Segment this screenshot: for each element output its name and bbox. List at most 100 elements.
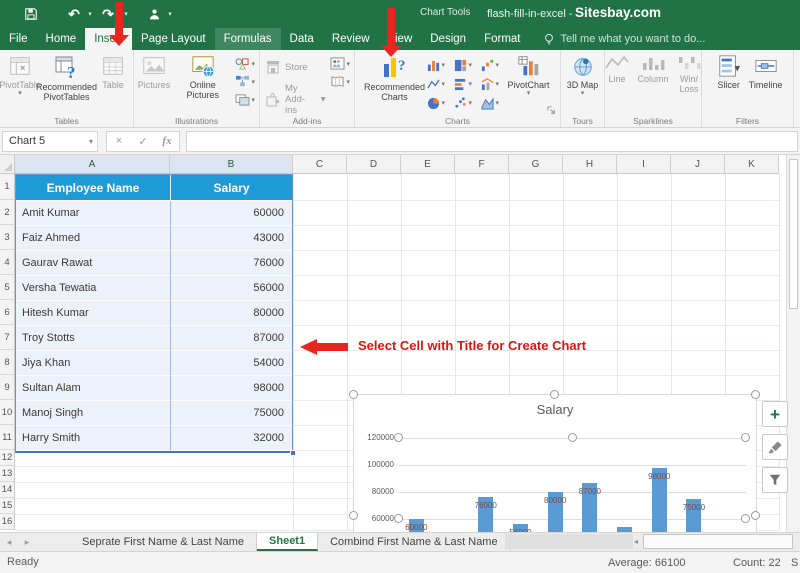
my-add-ins-button[interactable]: My Add-ins▾ (262, 82, 328, 117)
waterfall-chart-button[interactable]: ▾ (479, 56, 505, 74)
column-header-D[interactable]: D (347, 155, 401, 174)
tab-design[interactable]: Design (421, 28, 475, 50)
row-header-7[interactable]: 7 (0, 325, 15, 350)
insert-function-icon[interactable]: fx (155, 135, 179, 147)
cell-employee-name[interactable]: Harry Smith (16, 426, 171, 451)
row-header-4[interactable]: 4 (0, 250, 15, 275)
chart-selection-handle[interactable] (751, 511, 760, 520)
bing-maps-button[interactable]: ▾ (328, 74, 352, 89)
row-header-2[interactable]: 2 (0, 200, 15, 225)
hierarchy-chart-button[interactable]: ▾ (452, 56, 478, 74)
column-button[interactable]: Column (635, 52, 671, 86)
cell-salary[interactable]: 80000 (171, 301, 292, 326)
cell-employee-name[interactable]: Manoj Singh (16, 401, 171, 426)
fill-handle[interactable] (290, 450, 296, 456)
cell-employee-name[interactable]: Gaurav Rawat (16, 251, 171, 276)
chart-selection-handle[interactable] (349, 390, 358, 399)
column-header-F[interactable]: F (455, 155, 509, 174)
sheet-tab-combind-first-name-last-name[interactable]: Combind First Name & Last Name (318, 533, 511, 551)
screenshot-button[interactable]: ▾ (233, 92, 257, 107)
plot-area-selection-handle[interactable] (394, 514, 403, 523)
online-pictures-button[interactable]: Online Pictures (172, 52, 233, 103)
sheet-nav-next-icon[interactable]: ▸ (18, 533, 36, 551)
chart-elements-button[interactable]: + (762, 401, 788, 427)
horizontal-scrollbar-thumb[interactable] (643, 534, 793, 549)
cell-salary[interactable]: 32000 (171, 426, 292, 451)
plot-area-selection-handle[interactable] (741, 433, 750, 442)
shapes-button[interactable]: ▾ (233, 56, 257, 71)
cell-employee-name[interactable]: Troy Stotts (16, 326, 171, 351)
cell-salary[interactable]: 98000 (171, 376, 292, 401)
combo-chart-button[interactable]: ▾ (479, 75, 505, 93)
touch-mode-icon[interactable] (146, 4, 162, 24)
cell-salary[interactable]: 60000 (171, 201, 292, 226)
cell-employee-name[interactable]: Faiz Ahmed (16, 226, 171, 251)
plot-area-selection-handle[interactable] (568, 433, 577, 442)
column-header-C[interactable]: C (293, 155, 347, 174)
save-icon[interactable] (22, 4, 40, 24)
row-header-15[interactable]: 15 (0, 498, 15, 514)
row-header-1[interactable]: 1 (0, 174, 15, 200)
column-header-G[interactable]: G (509, 155, 563, 174)
cell-employee-name[interactable]: Hitesh Kumar (16, 301, 171, 326)
cell-salary[interactable]: 54000 (171, 351, 292, 376)
chart-styles-button[interactable] (762, 434, 788, 460)
slicer-button[interactable]: Slicer (711, 52, 747, 92)
qat-customize-icon[interactable]: ▾ (166, 4, 174, 24)
chart-filters-button[interactable] (762, 467, 788, 493)
column-header-H[interactable]: H (563, 155, 617, 174)
sheet-tab-sheet1[interactable]: Sheet1 (257, 533, 318, 551)
name-box[interactable]: Chart 5 ▾ (2, 131, 98, 152)
line-chart-button[interactable]: ▾ (425, 75, 451, 93)
embedded-chart[interactable]: Salary 020000400006000080000100000120000… (353, 394, 757, 532)
timeline-button[interactable]: Timeline (747, 52, 785, 92)
sheet-nav-prev-icon[interactable]: ◂ (0, 533, 18, 551)
cell-salary[interactable]: 87000 (171, 326, 292, 351)
table-header-salary[interactable]: Salary (171, 175, 292, 201)
row-header-9[interactable]: 9 (0, 375, 15, 400)
column-header-I[interactable]: I (617, 155, 671, 174)
cell-employee-name[interactable]: Jiya Khan (16, 351, 171, 376)
table-button[interactable]: Table (95, 52, 131, 92)
scatter-chart-button[interactable]: ▾ (452, 94, 478, 112)
pivotchart-button[interactable]: PivotChart▾ (505, 52, 551, 99)
pictures-button[interactable]: Pictures (136, 52, 172, 92)
tab-home[interactable]: Home (37, 28, 86, 50)
undo-icon[interactable]: ↶ (66, 4, 82, 24)
chart-selection-handle[interactable] (550, 390, 559, 399)
name-box-dropdown-icon[interactable]: ▾ (89, 137, 93, 146)
row-header-14[interactable]: 14 (0, 482, 15, 498)
chart-plot-area[interactable]: 02000040000600008000010000012000060000Am… (399, 438, 746, 532)
row-header-10[interactable]: 10 (0, 400, 15, 425)
column-header-A[interactable]: A (15, 155, 170, 174)
row-header-5[interactable]: 5 (0, 275, 15, 300)
undo-dropdown-icon[interactable]: ▾ (86, 4, 94, 24)
tab-file[interactable]: File (0, 28, 37, 50)
tab-formulas[interactable]: Formulas (215, 28, 281, 50)
cell-employee-name[interactable]: Amit Kumar (16, 201, 171, 226)
cell-salary[interactable]: 43000 (171, 226, 292, 251)
cell-salary[interactable]: 56000 (171, 276, 292, 301)
chart-selection-handle[interactable] (751, 390, 760, 399)
row-header-12[interactable]: 12 (0, 450, 15, 466)
tab-review[interactable]: Review (323, 28, 379, 50)
plot-area-selection-handle[interactable] (394, 433, 403, 442)
cell-salary[interactable]: 75000 (171, 401, 292, 426)
recommended-charts-button[interactable]: ?Recommended Charts (363, 52, 425, 105)
smartart-button[interactable]: ▾ (233, 74, 257, 89)
hscroll-left-icon[interactable]: ◂ (634, 537, 638, 546)
people-graph-button[interactable]: ▾ (328, 56, 352, 71)
plot-area-selection-handle[interactable] (741, 514, 750, 523)
recommended-pivottables-button[interactable]: ?Recommended PivotTables (38, 52, 95, 105)
store-button[interactable]: Store (262, 58, 328, 76)
row-header-8[interactable]: 8 (0, 350, 15, 375)
pie-chart-button[interactable]: ▾ (425, 94, 451, 112)
chart-title[interactable]: Salary (354, 402, 756, 417)
row-header-11[interactable]: 11 (0, 425, 15, 450)
cell-employee-name[interactable]: Sultan Alam (16, 376, 171, 401)
row-header-6[interactable]: 6 (0, 300, 15, 325)
chart-selection-handle[interactable] (349, 511, 358, 520)
cancel-icon[interactable]: × (107, 135, 131, 147)
dialog-launcher-icon[interactable] (546, 103, 558, 115)
bar-chart-button[interactable]: ▾ (452, 75, 478, 93)
